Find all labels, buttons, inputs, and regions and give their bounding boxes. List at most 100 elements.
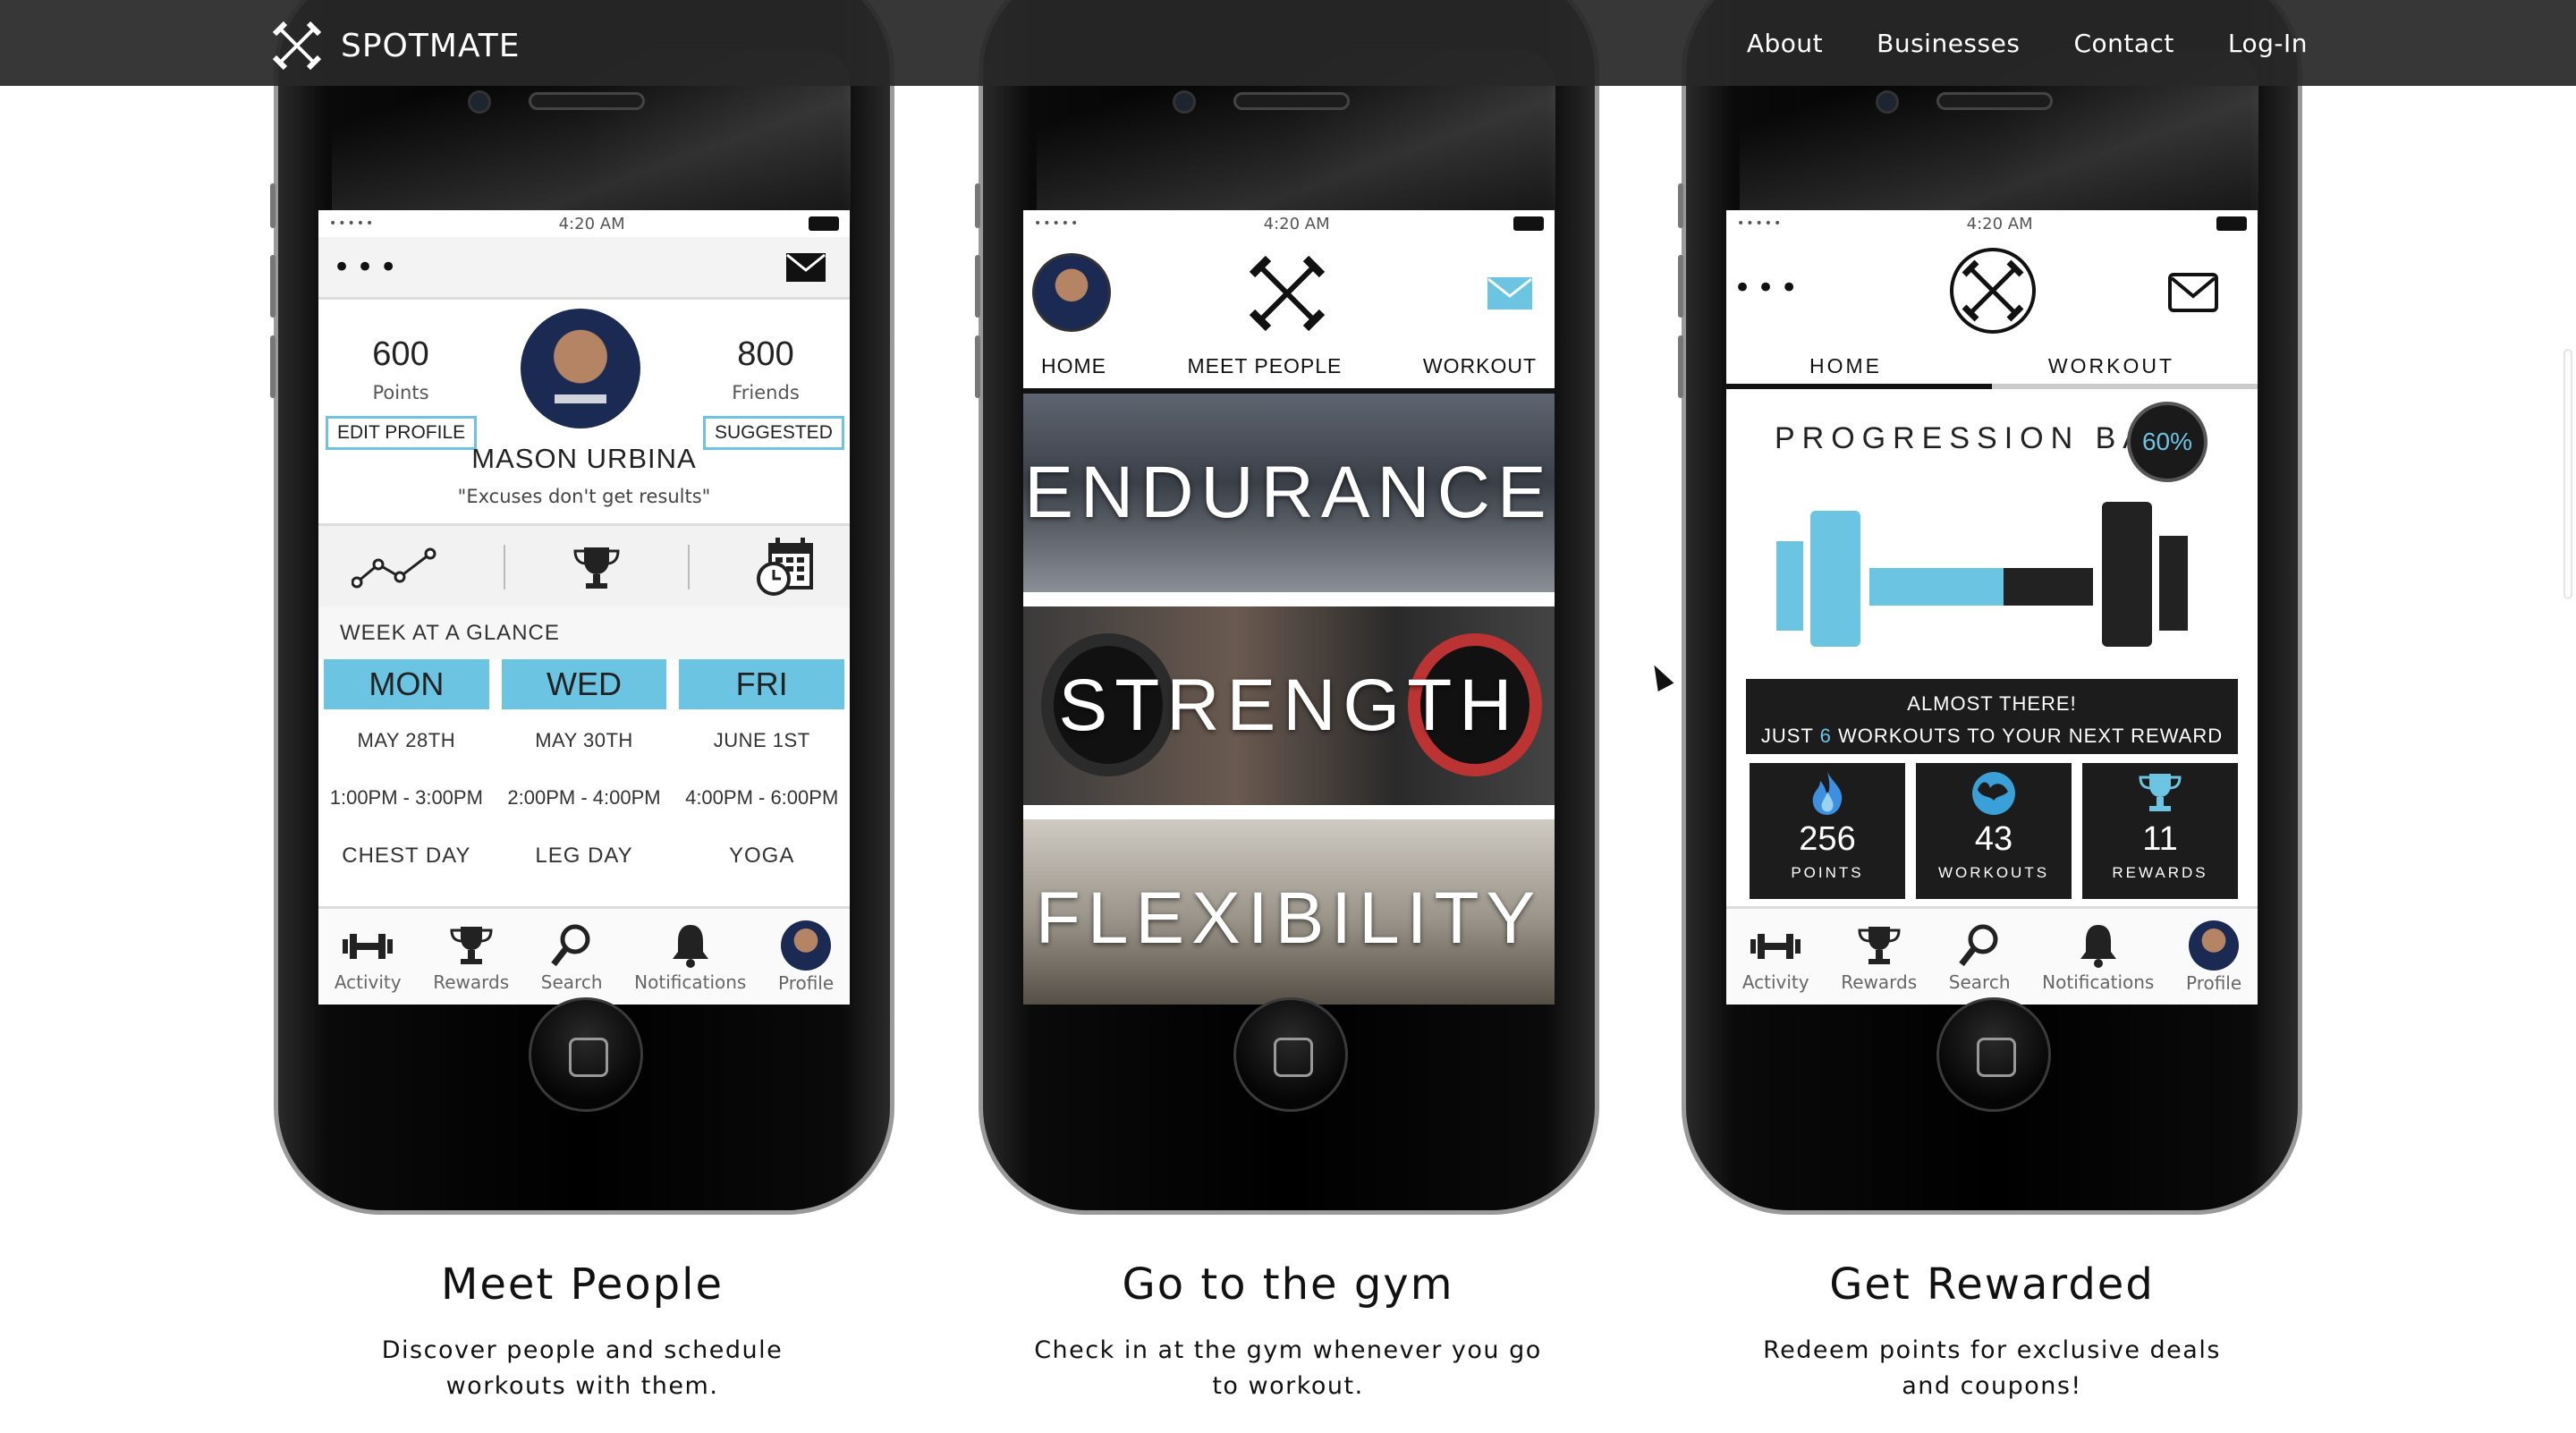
dumbbell-plate-right [2102,502,2152,647]
banner-text: JUST [1760,725,1814,747]
day-name: MON [324,659,489,709]
nav-about[interactable]: About [1747,29,1823,58]
tab-profile[interactable]: Profile [778,920,834,994]
tab-search[interactable]: Search [1949,921,2011,993]
day-time: 1:00PM - 3:00PM [329,786,483,809]
signal-indicator: ••••• [1034,216,1080,231]
status-time: 4:20 AM [1966,214,2033,233]
home-button [1233,997,1348,1112]
tab-profile[interactable]: Profile [2186,920,2241,994]
day-date: JUNE 1ST [713,729,810,751]
search-icon [551,924,590,966]
mouse-cursor [1646,660,1674,692]
day-name: WED [501,659,667,709]
side-button [270,335,275,398]
speaker-grille [529,92,645,110]
day-date: MAY 28TH [357,729,456,751]
tile-label: FLEXIBILITY [1035,878,1543,959]
feature-title: Meet People [440,1259,724,1310]
tab-label: Notifications [2042,971,2155,993]
mail-icon[interactable] [785,252,826,283]
scrollbar[interactable] [2563,349,2572,599]
bottom-tab-bar: Activity Rewards Search Notifications Pr… [1726,906,2258,1005]
tab-notifications[interactable]: Notifications [2042,921,2154,993]
tab-activity[interactable]: Activity [335,921,402,993]
tab-label: Rewards [1841,971,1918,993]
workout-tabs: HOME MEET PEOPLE WORKOUT [1023,343,1555,394]
day-time: 4:00PM - 6:00PM [685,786,839,809]
next-reward-banner: ALMOST THERE! JUST 6 WORKOUTS TO YOUR NE… [1746,679,2238,754]
tab-home[interactable]: HOME [1041,354,1106,378]
bottom-tab-bar: Activity Rewards Search Notifications Pr… [318,906,850,1005]
activity-graph-icon[interactable] [352,545,437,589]
dumbbell-progress-bar [1776,502,2188,647]
rewards-card[interactable]: 11 REWARDS [2082,763,2238,899]
week-at-a-glance-title: WEEK AT A GLANCE [318,607,850,659]
tab-workout[interactable]: WORKOUT [2048,354,2174,378]
status-time: 4:20 AM [1263,214,1330,233]
feature-description: Discover people and schedule workouts wi… [269,1333,895,1404]
feature-description: Redeem points for exclusive deals and co… [1679,1333,2305,1404]
workouts-remaining-line: JUST 6 WORKOUTS TO YOUR NEXT REWARD [1746,720,2238,752]
card-value: 11 [2142,820,2178,858]
tab-label: Search [540,971,603,993]
rewards-progress-screen: ••••• 4:20 AM ••• HOME WORKOUT PROGRESSI… [1726,210,2258,1005]
status-bar: ••••• 4:20 AM [1023,210,1555,237]
search-icon [1959,924,1998,966]
banner-text: WORKOUTS TO YOUR NEXT REWARD [1837,725,2224,747]
mail-icon[interactable] [1487,276,1533,310]
tab-label: Activity [1741,971,1809,993]
tab-search[interactable]: Search [541,921,603,993]
card-value: 43 [1974,820,2013,858]
nav-businesses[interactable]: Businesses [1877,29,2020,58]
feature-title: Get Rewarded [1829,1259,2155,1310]
schedule-day[interactable]: WED MAY 30TH 2:00PM - 4:00PM LEG DAY [501,659,667,869]
tab-label: Rewards [433,971,510,993]
tab-rewards[interactable]: Rewards [1841,921,1917,993]
bell-icon [2080,924,2116,968]
dumbbell-end-left [1776,541,1803,631]
tab-activity[interactable]: Activity [1742,921,1809,993]
workouts-card[interactable]: 43 WORKOUTS [1916,763,2072,899]
brand-logo[interactable]: SPOTMATE [273,21,521,70]
friends-value: 800 [737,335,794,373]
bell-icon [672,924,708,968]
profile-icon-row [318,523,850,607]
tile-flexibility[interactable]: FLEXIBILITY [1023,819,1555,1005]
tab-meet-people[interactable]: MEET PEOPLE [1187,354,1342,378]
more-menu-icon[interactable]: ••• [333,252,402,283]
tab-label: Activity [334,971,402,993]
tile-strength[interactable]: STRENGTH [1023,606,1555,805]
profile-summary: 600 Points EDIT PROFILE 800 Friends SUGG… [318,300,850,523]
stats-cards: 256 POINTS 43 WORKOUTS 11 REWARDS [1750,763,2238,899]
progress-fill [1869,568,2004,606]
more-menu-icon[interactable]: ••• [1733,273,1803,303]
almost-there-line: ALMOST THERE! [1907,692,2077,715]
phone-mockup-rewards: ••••• 4:20 AM ••• HOME WORKOUT PROGRESSI… [1678,0,2302,1215]
points-card[interactable]: 256 POINTS [1750,763,1905,899]
flame-icon [1812,772,1843,815]
tab-label: Notifications [634,971,747,993]
workouts-remaining-count: 6 [1819,725,1832,747]
avatar[interactable] [521,309,640,428]
avatar[interactable] [1032,253,1111,332]
tab-workout[interactable]: WORKOUT [1423,354,1537,378]
tile-endurance[interactable]: ENDURANCE [1023,394,1555,592]
nav-contact[interactable]: Contact [2073,29,2174,58]
nav-login[interactable]: Log-In [2228,29,2308,58]
tab-home[interactable]: HOME [1809,354,1882,378]
trophy-icon[interactable] [572,542,622,592]
front-camera [1876,90,1899,114]
battery-icon [2216,216,2247,231]
mail-icon[interactable] [2168,273,2218,312]
feature-description-line: workouts with them. [445,1372,719,1400]
side-button [1678,335,1683,398]
tab-rewards[interactable]: Rewards [433,921,509,993]
schedule-day[interactable]: MON MAY 28TH 1:00PM - 3:00PM CHEST DAY [324,659,489,869]
calendar-clock-icon[interactable] [756,537,817,597]
tab-notifications[interactable]: Notifications [634,921,746,993]
tile-label: ENDURANCE [1024,452,1554,533]
schedule-day[interactable]: FRI JUNE 1ST 4:00PM - 6:00PM YOGA [679,659,845,869]
card-label: WORKOUTS [1937,864,2050,881]
side-button [975,255,980,318]
